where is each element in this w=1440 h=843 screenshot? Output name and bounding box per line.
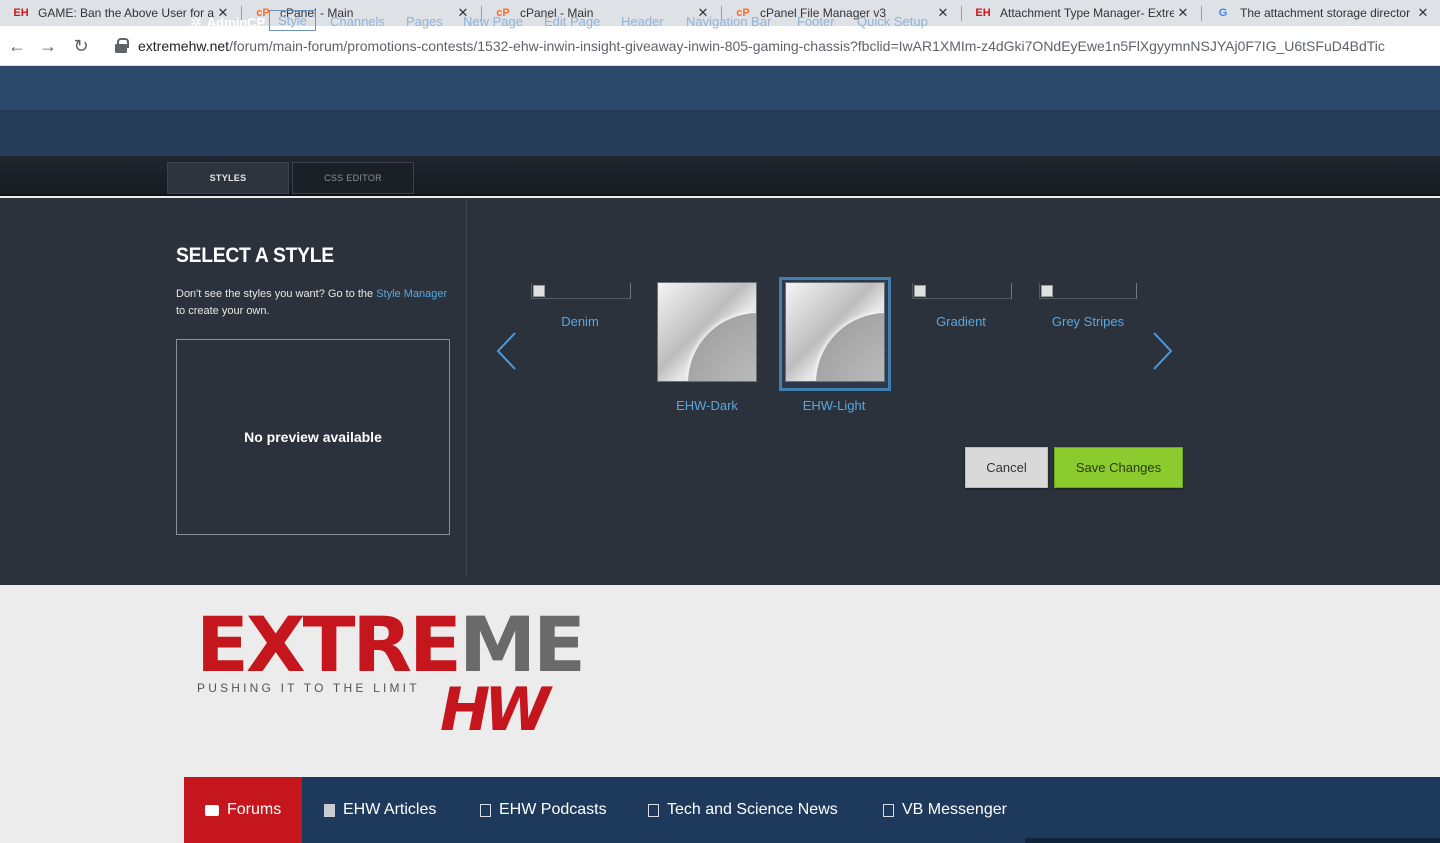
tab-styles[interactable]: STYLES xyxy=(167,162,289,194)
logo-wordmark: EXTREME xyxy=(196,600,586,689)
eh-favicon-icon: EH xyxy=(13,7,29,19)
admincp-label: AdminCP xyxy=(206,15,266,30)
admin-nav-channels[interactable]: Channels xyxy=(330,14,385,29)
broken-image-icon xyxy=(914,285,926,297)
navbar-underline xyxy=(1025,838,1440,843)
url-path: /forum/main-forum/promotions-contests/15… xyxy=(229,38,1385,54)
gear-icon: ✲ xyxy=(190,14,202,30)
panel-divider xyxy=(466,198,467,578)
document-icon xyxy=(324,803,335,817)
style-option-ehw-dark[interactable]: EHW-Dark xyxy=(647,398,767,413)
tab-label: GAME: Ban the Above User for a xyxy=(38,6,214,20)
admin-nav-pages[interactable]: Pages xyxy=(406,14,443,29)
lock-icon[interactable] xyxy=(114,38,129,54)
carousel-next-arrow-icon[interactable] xyxy=(1152,331,1174,371)
nav-ehw-podcasts[interactable]: EHW Podcasts xyxy=(480,777,607,843)
close-icon[interactable]: ✕ xyxy=(934,5,952,21)
style-thumbnail-denim[interactable] xyxy=(531,283,631,299)
admin-nav-quick-setup[interactable]: Quick Setup xyxy=(857,14,928,29)
close-icon[interactable]: ✕ xyxy=(1414,5,1432,21)
style-option-ehw-light[interactable]: EHW-Light xyxy=(774,398,894,413)
carousel-prev-arrow-icon[interactable] xyxy=(495,331,517,371)
style-thumbnail-grey-stripes[interactable] xyxy=(1039,283,1137,299)
style-thumbnail-gradient[interactable] xyxy=(912,283,1012,299)
admin-nav-edit-page[interactable]: Edit Page xyxy=(544,14,600,29)
document-icon xyxy=(883,803,894,817)
style-preview: No preview available xyxy=(176,339,450,535)
forums-icon xyxy=(205,804,219,816)
admincp-link[interactable]: ✲ AdminCP xyxy=(190,14,265,31)
close-icon[interactable]: ✕ xyxy=(1174,5,1192,21)
eh-favicon-icon: EH xyxy=(975,7,991,19)
style-description: Don't see the styles you want? Go to the… xyxy=(176,288,448,317)
admin-subbar xyxy=(0,110,1440,156)
style-option-denim[interactable]: Denim xyxy=(520,314,640,329)
admin-nav-new-page[interactable]: New Page xyxy=(463,14,523,29)
nav-vb-messenger[interactable]: VB Messenger xyxy=(883,777,1007,843)
style-thumbnail-ehw-dark[interactable] xyxy=(657,282,757,382)
nav-forums[interactable]: Forums xyxy=(184,777,302,843)
cancel-button[interactable]: Cancel xyxy=(965,447,1048,488)
admincp-bar xyxy=(0,66,1440,110)
document-icon xyxy=(480,803,491,817)
style-option-gradient[interactable]: Gradient xyxy=(901,314,1021,329)
broken-image-icon xyxy=(1041,285,1053,297)
logo-tagline: PUSHING IT TO THE LIMIT xyxy=(197,681,420,695)
site-logo[interactable]: EXTREME PUSHING IT TO THE LIMIT HW xyxy=(196,600,606,747)
save-changes-button[interactable]: Save Changes xyxy=(1054,447,1183,488)
browser-tab[interactable]: G The attachment storage director ✕ xyxy=(1202,0,1440,26)
browser-tab[interactable]: EH Attachment Type Manager- Extre ✕ xyxy=(962,0,1200,26)
tab-label: Attachment Type Manager- Extre xyxy=(1000,6,1174,20)
style-option-grey-stripes[interactable]: Grey Stripes xyxy=(1028,314,1148,329)
back-arrow-icon[interactable]: ← xyxy=(6,35,28,57)
admin-nav-style[interactable]: Style xyxy=(269,10,316,31)
url-input[interactable]: extremehw.net/forum/main-forum/promotion… xyxy=(104,32,1434,60)
broken-image-icon xyxy=(533,285,545,297)
admin-nav-navigation-bar[interactable]: Navigation Bar xyxy=(686,14,771,29)
nav-tech-and-science-news[interactable]: Tech and Science News xyxy=(648,777,838,843)
preview-text: No preview available xyxy=(244,429,382,445)
page-title: SELECT A STYLE xyxy=(176,244,334,267)
tab-css-editor[interactable]: CSS EDITOR xyxy=(292,162,414,194)
document-icon xyxy=(648,803,659,817)
style-thumbnail-ehw-light[interactable] xyxy=(785,282,885,382)
style-manager-link[interactable]: Style Manager xyxy=(376,288,447,300)
admin-nav-footer[interactable]: Footer xyxy=(797,14,835,29)
logo-hw-mark: HW xyxy=(440,675,550,745)
browser-address-bar: ← → ↻ extremehw.net/forum/main-forum/pro… xyxy=(0,26,1440,66)
url-host: extremehw.net xyxy=(138,38,230,54)
forward-arrow-icon[interactable]: → xyxy=(37,35,59,57)
google-favicon-icon: G xyxy=(1218,7,1228,19)
tab-label: The attachment storage director xyxy=(1240,6,1411,20)
nav-ehw-articles[interactable]: EHW Articles xyxy=(324,777,436,843)
site-navbar: Forums EHW Articles EHW Podcasts Tech an… xyxy=(184,777,1440,843)
admin-nav-header[interactable]: Header xyxy=(621,14,664,29)
reload-icon[interactable]: ↻ xyxy=(70,35,92,57)
